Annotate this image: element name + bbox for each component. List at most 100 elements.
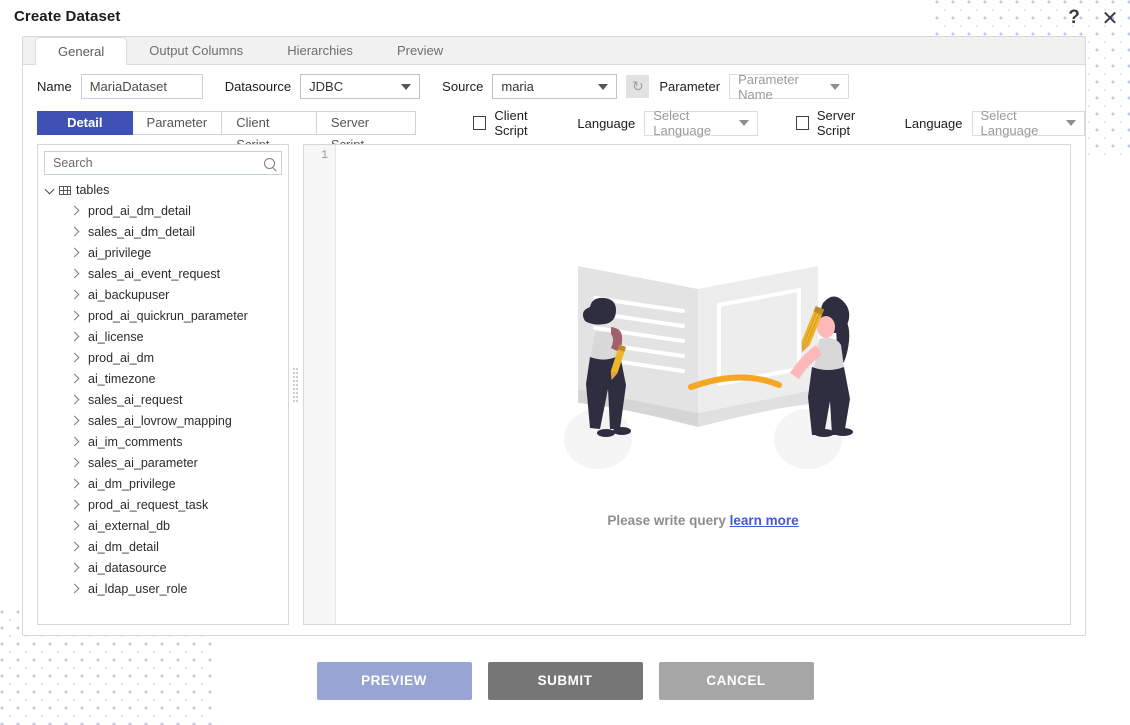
chevron-down-icon [830, 83, 841, 90]
subtab-server-script[interactable]: Server Script [316, 111, 417, 152]
refresh-icon[interactable]: ↻ [626, 75, 650, 98]
dialog-footer: PREVIEW SUBMIT CANCEL [0, 636, 1130, 725]
close-icon[interactable]: ✕ [1098, 6, 1122, 30]
subtab-detail[interactable]: Detail [37, 111, 133, 135]
server-script-checkbox-group[interactable]: Server Script [795, 108, 887, 138]
tree-item[interactable]: ai_license [38, 326, 288, 347]
client-script-checkbox-label: Client Script [494, 108, 528, 138]
client-script-checkbox[interactable] [473, 116, 487, 130]
tree-item-label: sales_ai_request [88, 392, 183, 407]
client-script-checkbox-group[interactable]: Client Script [473, 108, 559, 138]
server-language-select[interactable]: Select Language [971, 108, 1085, 138]
tree-item[interactable]: ai_datasource [38, 557, 288, 578]
source-select-value: maria [501, 79, 534, 94]
tree-node-label: tables [76, 183, 110, 197]
chevron-right-icon[interactable] [70, 500, 80, 510]
tree-item-label: prod_ai_quickrun_parameter [88, 308, 248, 323]
tree-item[interactable]: sales_ai_parameter [38, 452, 288, 473]
learn-more-link[interactable]: learn more [730, 513, 799, 528]
splitter-grip-icon[interactable] [293, 367, 299, 402]
preview-button[interactable]: PREVIEW [316, 661, 472, 700]
chevron-down-icon[interactable] [46, 185, 56, 195]
chevron-right-icon[interactable] [70, 248, 80, 258]
chevron-right-icon[interactable] [70, 227, 80, 237]
server-script-checkbox[interactable] [795, 116, 809, 130]
tree-item[interactable]: ai_dm_privilege [38, 473, 288, 494]
chevron-right-icon[interactable] [70, 290, 80, 300]
tree-item[interactable]: sales_ai_lovrow_mapping [38, 410, 288, 431]
search-icon [264, 157, 275, 169]
tab-output-columns[interactable]: Output Columns [127, 37, 265, 64]
tree-item[interactable]: ai_im_comments [38, 431, 288, 452]
chevron-right-icon[interactable] [70, 374, 80, 384]
tree-item-label: ai_dm_detail [88, 539, 159, 554]
parameter-name-value: Parameter Name [738, 71, 799, 102]
sub-tab-bar: Detail Parameter Client Script Server Sc… [23, 108, 1085, 152]
tree-item[interactable]: prod_ai_dm [38, 347, 288, 368]
chevron-right-icon[interactable] [70, 437, 80, 447]
tree-item-label: ai_ldap_user_role [88, 581, 188, 596]
subtab-parameter[interactable]: Parameter [132, 111, 223, 135]
chevron-right-icon[interactable] [70, 395, 80, 405]
name-input[interactable] [80, 74, 203, 99]
page-title: Create Dataset [14, 8, 121, 25]
tree-node-tables[interactable]: tables [38, 180, 288, 200]
tree-item-label: sales_ai_dm_detail [88, 224, 196, 239]
client-language-label: Language [577, 115, 636, 131]
chevron-right-icon[interactable] [70, 353, 80, 363]
server-script-checkbox-label: Server Script [816, 108, 856, 138]
chevron-right-icon[interactable] [70, 584, 80, 594]
chevron-right-icon[interactable] [70, 563, 80, 573]
source-label: Source [442, 79, 484, 94]
tree-item-label: sales_ai_parameter [88, 455, 198, 470]
chevron-down-icon [1065, 120, 1076, 126]
chevron-right-icon[interactable] [70, 332, 80, 342]
datasource-label: Datasource [224, 79, 292, 94]
chevron-right-icon[interactable] [70, 416, 80, 426]
tree-item[interactable]: prod_ai_dm_detail [38, 200, 288, 221]
tab-preview[interactable]: Preview [375, 37, 465, 64]
submit-button[interactable]: SUBMIT [487, 661, 643, 700]
chevron-right-icon[interactable] [70, 269, 80, 279]
tab-hierarchies[interactable]: Hierarchies [265, 37, 375, 64]
tree-item[interactable]: ai_dm_detail [38, 536, 288, 557]
cancel-button[interactable]: CANCEL [658, 661, 814, 700]
search-input[interactable] [51, 155, 264, 171]
subtab-client-script[interactable]: Client Script [222, 111, 317, 152]
tree-item[interactable]: sales_ai_event_request [38, 263, 288, 284]
chevron-right-icon[interactable] [70, 542, 80, 552]
parameter-name-select[interactable]: Parameter Name [729, 71, 850, 102]
chevron-right-icon[interactable] [70, 521, 80, 531]
editor-canvas[interactable]: Please write query learn more [336, 145, 1070, 624]
chevron-right-icon[interactable] [70, 458, 80, 468]
chevron-right-icon[interactable] [70, 206, 80, 216]
tab-general[interactable]: General [35, 37, 128, 65]
tree-item[interactable]: ai_backupuser [38, 284, 288, 305]
tree-item-label: ai_im_comments [88, 434, 183, 449]
query-editor: 1 Please write query learn more [303, 144, 1071, 625]
client-language-select[interactable]: Select Language [644, 108, 758, 138]
tree-item[interactable]: ai_ldap_user_role [38, 578, 288, 599]
tree-item[interactable]: ai_timezone [38, 368, 288, 389]
help-icon[interactable]: ? [1062, 6, 1086, 30]
client-language-value: Select Language [653, 108, 712, 138]
tree-item[interactable]: prod_ai_quickrun_parameter [38, 305, 288, 326]
chevron-right-icon[interactable] [70, 479, 80, 489]
chevron-right-icon[interactable] [70, 311, 80, 321]
tree-item[interactable]: ai_external_db [38, 515, 288, 536]
search-box[interactable] [44, 151, 282, 175]
tree-item[interactable]: ai_privilege [38, 242, 288, 263]
tree-item-list: prod_ai_dm_detail sales_ai_dm_detail ai_pr… [38, 200, 288, 599]
panel-splitter[interactable] [289, 144, 303, 625]
tree-item-label: sales_ai_event_request [88, 266, 221, 281]
tree-item-label: prod_ai_dm [88, 350, 155, 365]
tree-item[interactable]: prod_ai_request_task [38, 494, 288, 515]
dialog-card: General Output Columns Hierarchies Previ… [22, 36, 1086, 636]
tree-item[interactable]: sales_ai_dm_detail [38, 221, 288, 242]
datasource-select[interactable]: JDBC [300, 74, 421, 99]
tree-item[interactable]: sales_ai_request [38, 389, 288, 410]
tree-item-label: ai_external_db [88, 518, 171, 533]
source-select[interactable]: maria [492, 74, 618, 99]
chevron-down-icon [738, 120, 749, 126]
dataset-body: tables prod_ai_dm_detail sales_ai_dm_deta… [37, 144, 1071, 625]
